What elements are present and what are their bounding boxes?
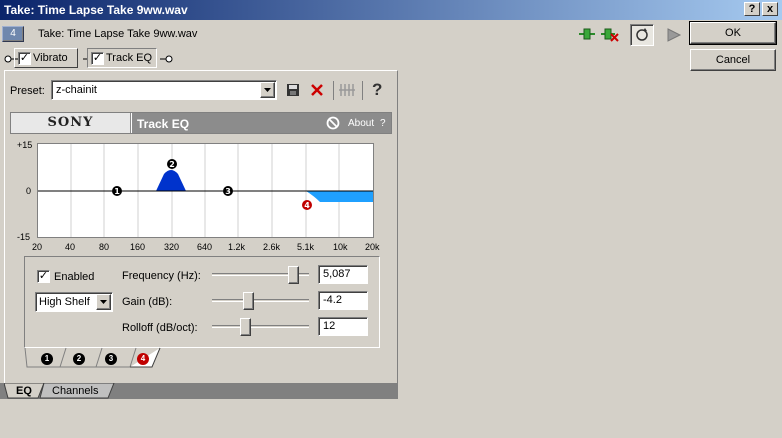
title-bar: Take: Time Lapse Take 9ww.wav — [0, 0, 782, 20]
plugin-name: Track EQ — [137, 117, 190, 131]
chevron-down-icon — [100, 300, 107, 304]
close-button[interactable]: x — [762, 2, 778, 16]
chevron-down-icon — [264, 88, 271, 92]
delete-preset-icon[interactable] — [309, 82, 325, 98]
band-marker-label: 1 — [114, 187, 120, 196]
sony-logo: SONY — [11, 113, 130, 133]
take-number-badge: 4 — [2, 26, 24, 42]
band-2-curve — [156, 170, 186, 191]
help-button[interactable]: ? — [744, 2, 760, 16]
band-4-curve — [306, 191, 373, 202]
x-label: 2.6k — [263, 242, 281, 252]
y-label-mid: 0 — [26, 186, 32, 196]
enabled-label: Enabled — [54, 271, 95, 283]
x-label: 640 — [197, 242, 213, 252]
about-help-icon[interactable]: ? — [380, 118, 386, 129]
frequency-slider-thumb[interactable] — [287, 266, 299, 284]
x-label: 5.1k — [297, 242, 315, 252]
add-plugin-icon[interactable] — [578, 26, 596, 42]
chain-item-vibrato[interactable]: ✓ Vibrato — [14, 48, 78, 68]
save-preset-icon[interactable] — [285, 82, 301, 98]
frequency-input[interactable]: 5,087 — [318, 265, 368, 284]
preset-value: z-chainit — [56, 84, 97, 96]
band-marker-label: 4 — [304, 201, 310, 210]
rolloff-slider-track[interactable] — [212, 325, 309, 328]
y-label-bottom: -15 — [17, 232, 31, 242]
band-tab-label: 4 — [137, 353, 149, 365]
band-tab-3[interactable]: 3 — [94, 349, 128, 367]
window-title: Take: Time Lapse Take 9ww.wav — [4, 3, 188, 17]
ok-button[interactable]: OK — [689, 21, 777, 45]
vibrato-checkbox[interactable]: ✓ — [18, 52, 31, 65]
band-tab-4[interactable]: 4 — [126, 349, 160, 367]
enabled-checkbox[interactable]: ✓ — [37, 270, 50, 283]
filter-type-select[interactable]: High Shelf — [35, 292, 113, 312]
gain-input[interactable]: -4.2 — [318, 291, 368, 310]
refresh-icon — [636, 28, 648, 41]
chain-item-label: Vibrato — [33, 52, 68, 64]
filter-type-value: High Shelf — [39, 296, 90, 308]
band-tab-label: 2 — [73, 353, 85, 365]
track-eq-checkbox[interactable]: ✓ — [91, 52, 104, 65]
band-tab-label: 3 — [105, 353, 117, 365]
gain-slider-track[interactable] — [212, 299, 309, 302]
toolbar-separator — [333, 81, 334, 100]
rolloff-value: 12 — [323, 320, 336, 332]
band-tab-1[interactable]: 1 — [30, 349, 64, 367]
toolbar-separator — [362, 81, 363, 100]
rolloff-slider-thumb[interactable] — [240, 318, 252, 336]
x-label: 320 — [164, 242, 180, 252]
bypass-toggle[interactable] — [630, 24, 654, 46]
take-label: Take: Time Lapse Take 9ww.wav — [38, 28, 198, 40]
frequency-value: 5,087 — [323, 268, 351, 280]
y-label-top: +15 — [17, 140, 33, 150]
remove-plugin-icon[interactable] — [600, 26, 620, 42]
chain-item-track-eq[interactable]: ✓ Track EQ — [87, 48, 157, 68]
rolloff-input[interactable]: 12 — [318, 317, 368, 336]
gain-slider-thumb[interactable] — [242, 292, 254, 310]
filter-type-dropdown-button[interactable] — [96, 294, 111, 310]
chain-item-label: Track EQ — [106, 52, 153, 64]
eq-graph[interactable]: 1 2 3 4 — [37, 143, 374, 238]
x-label: 20 — [32, 242, 43, 252]
band-tab-2[interactable]: 2 — [62, 349, 96, 367]
band-marker-label: 2 — [169, 160, 175, 169]
header-divider — [131, 113, 132, 133]
gain-value: -4.2 — [323, 294, 342, 306]
tab-eq[interactable]: EQ — [16, 383, 32, 399]
cancel-button[interactable]: Cancel — [690, 49, 776, 71]
x-label: 20k — [365, 242, 380, 252]
preset-label: Preset: — [10, 85, 45, 97]
x-label: 40 — [65, 242, 76, 252]
about-link[interactable]: About — [348, 118, 374, 129]
rolloff-label: Rolloff (dB/oct): — [122, 322, 198, 334]
x-label: 1.2k — [228, 242, 246, 252]
tab-channels[interactable]: Channels — [52, 383, 98, 399]
x-label: 10k — [333, 242, 348, 252]
band-tab-label: 1 — [41, 353, 53, 365]
gain-label: Gain (dB): — [122, 296, 173, 308]
chain-properties-icon[interactable] — [338, 82, 356, 98]
preset-combobox[interactable]: z-chainit — [51, 80, 277, 100]
help-question-icon[interactable]: ? — [372, 80, 386, 100]
x-label: 80 — [99, 242, 110, 252]
frequency-label: Frequency (Hz): — [122, 270, 201, 282]
play-icon[interactable] — [664, 26, 684, 44]
preset-dropdown-button[interactable] — [260, 82, 275, 98]
band-marker-label: 3 — [225, 187, 231, 196]
bypass-circle-icon[interactable] — [326, 116, 340, 130]
x-label: 160 — [130, 242, 146, 252]
